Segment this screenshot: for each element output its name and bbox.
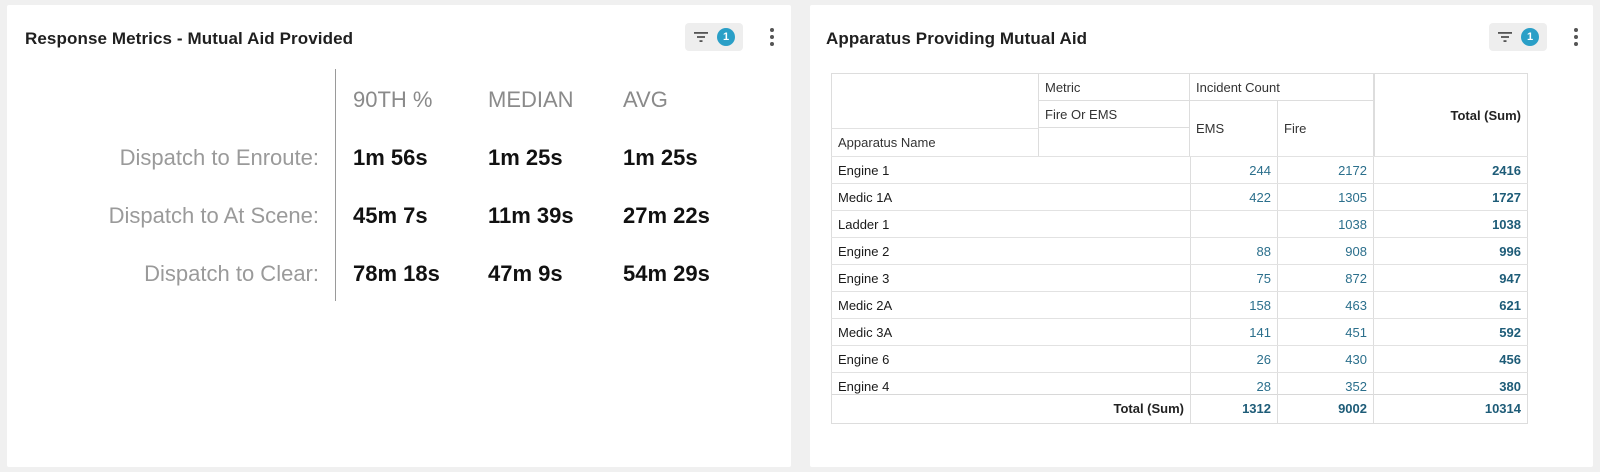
- row-total: 592: [1374, 319, 1528, 346]
- metric-value: 11m 39s: [488, 203, 574, 228]
- ems-count: 422: [1190, 184, 1278, 211]
- table-row: Engine 3 75 872 947: [831, 264, 1528, 292]
- filter-button[interactable]: 1: [1489, 23, 1547, 51]
- table-row: Engine 6 26 430 456: [831, 345, 1528, 373]
- apparatus-name: Engine 3: [831, 265, 1190, 292]
- ems-count: 244: [1190, 157, 1278, 184]
- apparatus-name: Medic 3A: [831, 319, 1190, 346]
- header-median: MEDIAN: [488, 87, 574, 112]
- more-options-icon[interactable]: [764, 25, 780, 49]
- header-incident-count: Incident Count: [1190, 73, 1374, 101]
- fire-count: 352: [1278, 373, 1374, 394]
- table-body[interactable]: Engine 1 244 2172 2416 Medic 1A 422 1305…: [831, 156, 1528, 395]
- more-options-icon[interactable]: [1568, 25, 1584, 49]
- row-total: 621: [1374, 292, 1528, 319]
- table-row: Engine 2 88 908 996: [831, 237, 1528, 265]
- apparatus-name: Medic 1A: [831, 184, 1190, 211]
- footer-total-label: Total (Sum): [831, 394, 1190, 424]
- fire-count: 872: [1278, 265, 1374, 292]
- ems-count: 158: [1190, 292, 1278, 319]
- header-90th-percentile: 90TH %: [353, 87, 433, 112]
- fire-count: 430: [1278, 346, 1374, 373]
- apparatus-name: Engine 1: [831, 157, 1190, 184]
- metric-label-clear: Dispatch to Clear:: [144, 261, 319, 286]
- ems-count: 75: [1190, 265, 1278, 292]
- filter-icon: [1497, 31, 1513, 43]
- metric-value: 45m 7s: [353, 203, 428, 228]
- header-avg: AVG: [623, 87, 668, 112]
- metric-value: 1m 56s: [353, 145, 428, 170]
- row-total: 2416: [1374, 157, 1528, 184]
- footer-ems-total: 1312: [1190, 394, 1278, 424]
- header-ems: EMS: [1190, 101, 1278, 156]
- row-total: 996: [1374, 238, 1528, 265]
- table-row: Engine 4 28 352 380: [831, 372, 1528, 394]
- table-row: Engine 1 244 2172 2416: [831, 156, 1528, 184]
- apparatus-name: Engine 2: [831, 238, 1190, 265]
- metric-label-at-scene: Dispatch to At Scene:: [108, 203, 319, 228]
- header-fire: Fire: [1278, 101, 1374, 156]
- fire-count: 2172: [1278, 157, 1374, 184]
- header-apparatus-name: Apparatus Name: [831, 128, 1039, 156]
- metrics-divider: [335, 69, 336, 301]
- header-metric: Metric: [1039, 73, 1190, 101]
- fire-count: 463: [1278, 292, 1374, 319]
- row-total: 1038: [1374, 211, 1528, 238]
- metric-value: 1m 25s: [623, 145, 698, 170]
- apparatus-name: Engine 4: [831, 373, 1190, 394]
- fire-count: 1305: [1278, 184, 1374, 211]
- row-total: 1727: [1374, 184, 1528, 211]
- row-total: 456: [1374, 346, 1528, 373]
- filter-count-badge: 1: [717, 28, 735, 46]
- fire-count: 1038: [1278, 211, 1374, 238]
- footer-grand-total: 10314: [1374, 394, 1528, 424]
- fire-count: 451: [1278, 319, 1374, 346]
- metric-label-enroute: Dispatch to Enroute:: [119, 145, 319, 170]
- table-row: Medic 1A 422 1305 1727: [831, 183, 1528, 211]
- apparatus-card: Apparatus Providing Mutual Aid 1 Metric …: [810, 5, 1593, 467]
- ems-count: 141: [1190, 319, 1278, 346]
- ems-count: 88: [1190, 238, 1278, 265]
- metric-value: 27m 22s: [623, 203, 710, 228]
- ems-count: 28: [1190, 373, 1278, 394]
- ems-count: [1190, 211, 1278, 238]
- apparatus-name: Ladder 1: [831, 211, 1190, 238]
- ems-count: 26: [1190, 346, 1278, 373]
- apparatus-name: Engine 6: [831, 346, 1190, 373]
- response-metrics-card: Response Metrics - Mutual Aid Provided 1…: [7, 5, 791, 467]
- fire-count: 908: [1278, 238, 1374, 265]
- metric-value: 54m 29s: [623, 261, 710, 286]
- metric-value: 47m 9s: [488, 261, 563, 286]
- filter-button[interactable]: 1: [685, 23, 743, 51]
- row-total: 380: [1374, 373, 1528, 394]
- table-row: Medic 2A 158 463 621: [831, 291, 1528, 319]
- apparatus-pivot-table: Metric Incident Count Fire Or EMS EMS Fi…: [831, 73, 1528, 425]
- card-title: Response Metrics - Mutual Aid Provided: [25, 29, 354, 48]
- table-row: Medic 3A 141 451 592: [831, 318, 1528, 346]
- metric-value: 1m 25s: [488, 145, 563, 170]
- filter-icon: [693, 31, 709, 43]
- table-row: Ladder 1 1038 1038: [831, 210, 1528, 238]
- header-empty: [1039, 128, 1190, 156]
- row-total: 947: [1374, 265, 1528, 292]
- card-title: Apparatus Providing Mutual Aid: [826, 29, 1088, 48]
- apparatus-name: Medic 2A: [831, 292, 1190, 319]
- header-total: Total (Sum): [1374, 73, 1528, 156]
- metric-value: 78m 18s: [353, 261, 440, 286]
- footer-fire-total: 9002: [1278, 394, 1374, 424]
- header-fire-or-ems: Fire Or EMS: [1039, 101, 1190, 128]
- filter-count-badge: 1: [1521, 28, 1539, 46]
